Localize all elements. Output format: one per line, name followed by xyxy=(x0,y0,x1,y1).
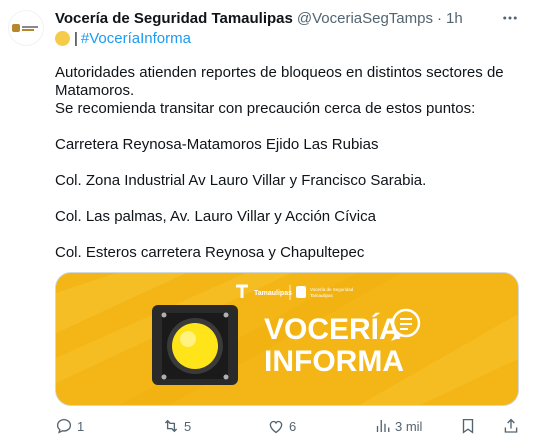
like-count: 6 xyxy=(289,418,297,434)
bookmark-button[interactable] xyxy=(459,416,477,436)
location-point: Carretera Reynosa-Matamoros Ejido Las Ru… xyxy=(55,136,379,153)
seguridad-shield-icon xyxy=(296,286,306,298)
reply-count: 1 xyxy=(77,418,85,434)
tweet-image[interactable]: Tamaulipas Vocería de Seguridad Tamaulip… xyxy=(55,272,519,406)
view-count: 3 mil xyxy=(395,418,423,434)
tweet[interactable]: Vocería de Seguridad Tamaulipas @Voceria… xyxy=(0,0,534,442)
share-button[interactable] xyxy=(502,416,520,436)
tweet-header: Vocería de Seguridad Tamaulipas @Voceria… xyxy=(55,8,494,28)
headline-informa: INFORMA xyxy=(264,345,404,378)
repost-count: 5 xyxy=(184,418,192,434)
location-point: Col. Esteros carretera Reynosa y Chapult… xyxy=(55,244,365,261)
display-name[interactable]: Vocería de Seguridad Tamaulipas xyxy=(55,10,293,27)
tweet-text-line: Se recomienda transitar con precaución c… xyxy=(55,100,476,117)
yellow-circle-emoji-icon xyxy=(55,30,70,46)
brand-tamaulipas: Tamaulipas xyxy=(254,290,292,297)
brand-voceria-line2: Tamaulipas xyxy=(310,293,334,298)
separator-dot: · xyxy=(437,9,442,27)
reply-button[interactable]: 1 xyxy=(55,416,84,436)
repost-button[interactable]: 5 xyxy=(162,416,191,436)
timestamp[interactable]: 1h xyxy=(446,10,463,27)
tweet-text-line: Autoridades atienden reportes de bloqueo… xyxy=(55,64,504,81)
media-graphic: Tamaulipas Vocería de Seguridad Tamaulip… xyxy=(56,273,518,405)
brand-voceria-line1: Vocería de Seguridad xyxy=(310,287,354,292)
headline-voceria: VOCERÍA xyxy=(264,312,401,346)
reply-icon xyxy=(56,418,72,434)
traffic-light-icon xyxy=(152,305,238,385)
hashtag-link[interactable]: #VoceríaInforma xyxy=(81,30,191,47)
user-handle[interactable]: @VoceriaSegTamps xyxy=(297,10,433,27)
bookmark-icon xyxy=(462,418,474,434)
views-button[interactable]: 3 mil xyxy=(373,416,422,436)
avatar-logo-icon xyxy=(12,21,40,35)
tweet-text-line: Matamoros. xyxy=(55,82,135,99)
repost-icon xyxy=(164,419,178,433)
avatar[interactable] xyxy=(8,10,44,46)
tweet-text: Autoridades atienden reportes de bloqueo… xyxy=(55,64,525,262)
views-chart-icon xyxy=(376,420,390,432)
tagline: | #VoceríaInforma xyxy=(55,28,191,48)
share-icon xyxy=(504,418,518,433)
tagline-bar: | xyxy=(74,29,78,47)
location-point: Col. Zona Industrial Av Lauro Villar y F… xyxy=(55,172,427,189)
like-button[interactable]: 6 xyxy=(267,416,296,436)
more-options-icon[interactable] xyxy=(500,8,520,28)
heart-icon xyxy=(269,420,283,434)
action-bar: 1 5 6 3 mil xyxy=(55,416,525,436)
location-point: Col. Las palmas, Av. Lauro Villar y Acci… xyxy=(55,208,376,225)
